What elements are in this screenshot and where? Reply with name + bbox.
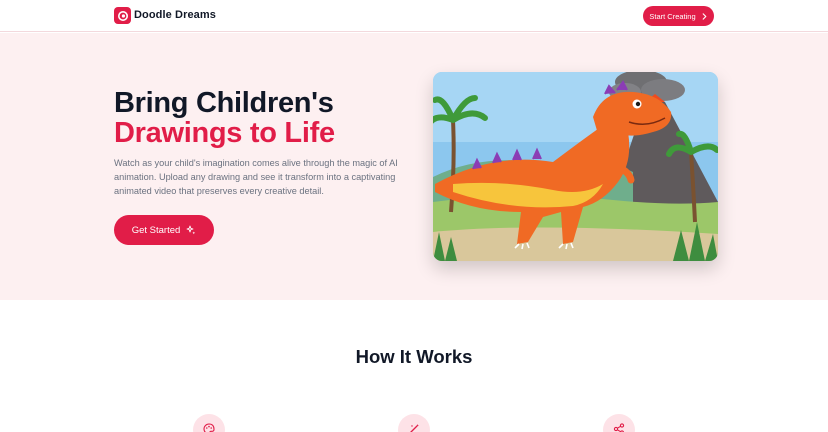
share-icon <box>613 423 625 432</box>
step-1-palette-icon <box>193 414 225 432</box>
how-it-works-heading: How It Works <box>355 346 473 367</box>
doodle-logo-icon[interactable] <box>114 7 131 24</box>
step-3-share-icon <box>603 414 635 432</box>
hero-title-line2: Drawings to Life <box>114 117 335 149</box>
start-creating-button[interactable]: Start Creating <box>643 6 714 26</box>
sparkles-icon <box>186 225 196 235</box>
brand-name[interactable]: Doodle Dreams <box>134 9 216 21</box>
step-2-magic-wand-icon <box>398 414 430 432</box>
start-creating-label: Start Creating <box>649 11 696 21</box>
get-started-label: Get Started <box>131 224 181 236</box>
hero-description: Watch as your child's imagination comes … <box>114 158 398 196</box>
hero-title-line1: Bring Children's <box>114 87 334 119</box>
site-header: Doodle Dreams Start Creating <box>0 0 828 32</box>
get-started-button[interactable]: Get Started <box>114 215 214 245</box>
chevron-right-icon <box>702 12 707 20</box>
dinosaur-illustration <box>433 72 718 261</box>
palette-icon <box>203 423 215 432</box>
magic-wand-icon <box>410 424 419 432</box>
